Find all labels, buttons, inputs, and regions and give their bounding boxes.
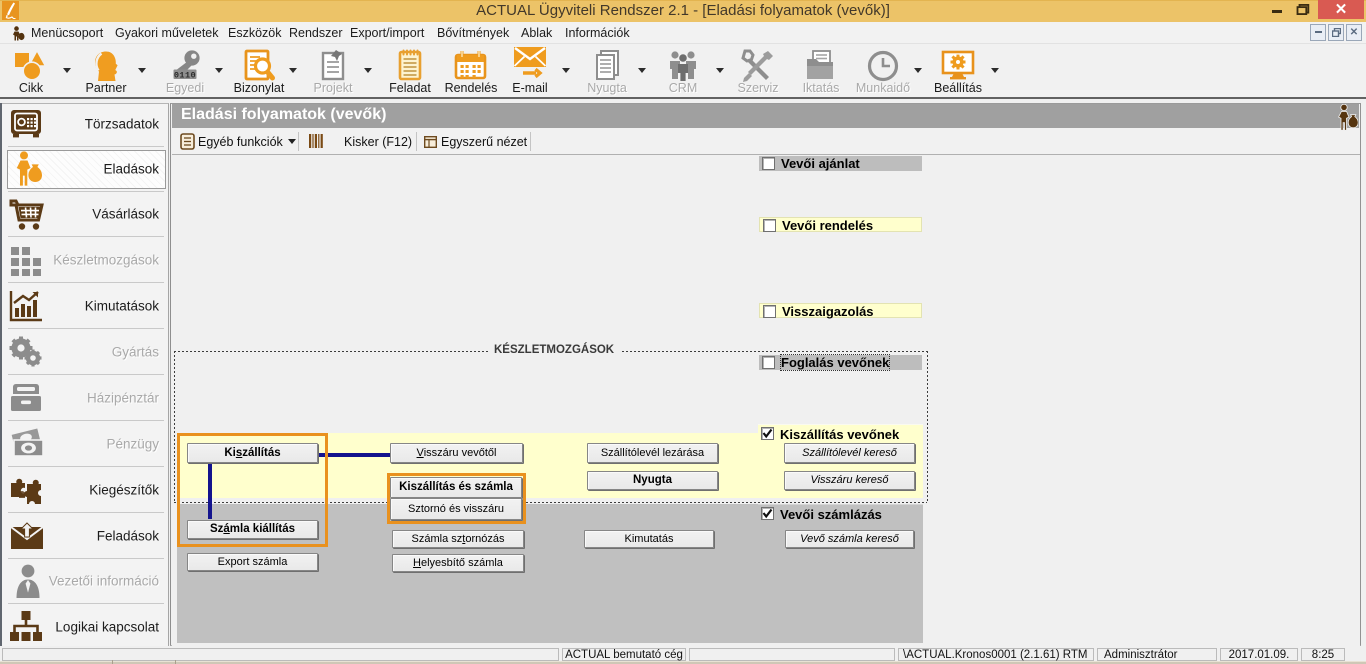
svg-text:0110: 0110: [174, 70, 196, 80]
